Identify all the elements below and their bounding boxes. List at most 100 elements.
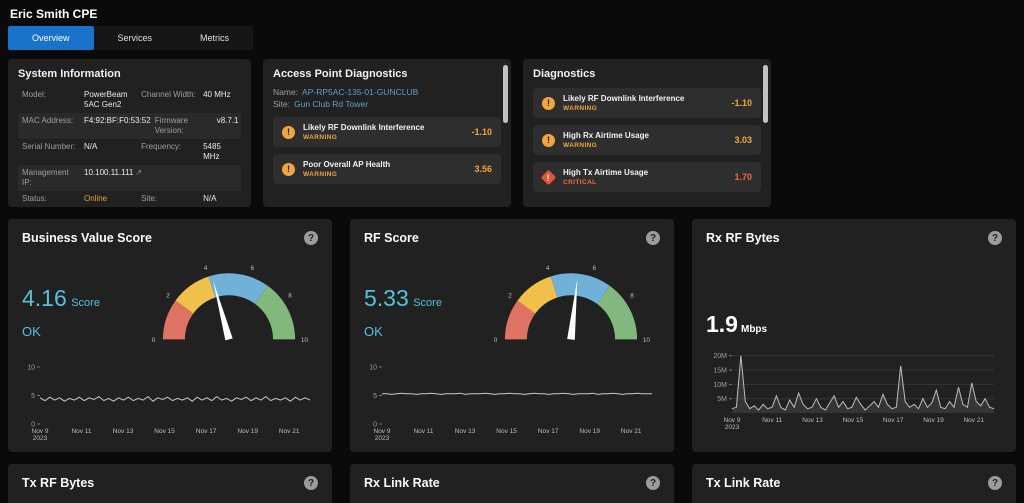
svg-text:Nov 11: Nov 11: [762, 417, 782, 424]
svg-text:5M: 5M: [717, 396, 727, 403]
rx-rf-bytes-title: Rx RF Bytes: [706, 231, 780, 245]
system-information-title: System Information: [18, 68, 121, 80]
business-score-status: OK: [22, 324, 41, 339]
help-icon[interactable]: ?: [304, 476, 318, 490]
svg-text:8: 8: [630, 292, 634, 299]
serial-number-label: Serial Number:: [22, 142, 76, 151]
tx-rf-bytes-title: Tx RF Bytes: [22, 476, 95, 490]
page: Eric Smith CPE Overview Services Metrics…: [0, 0, 1024, 503]
site-value: N/A: [203, 194, 217, 203]
info-row-mac: MAC Address: F4:92:BF:F0:53:52 Firmware V…: [18, 113, 241, 139]
rf-score-panel: RF Score ? 5.33 Score OK 0 2 4 6 8 10 0 5 10 Nov…: [350, 219, 674, 452]
alert-value: -1.10: [471, 127, 492, 137]
ap-name-line: Name: AP-RP5AC-135-01-GUNCLUB: [273, 87, 501, 97]
svg-text:10: 10: [643, 336, 651, 343]
help-icon[interactable]: ?: [304, 231, 318, 245]
ap-site-line: Site: Gun Club Rd Tower: [273, 99, 501, 109]
rf-score: 5.33 Score: [364, 285, 442, 311]
system-information-panel: System Information Model: PowerBeam 5AC G…: [8, 59, 251, 207]
tab-services[interactable]: Services: [94, 26, 177, 50]
system-information-grid: Model: PowerBeam 5AC Gen2 Channel Width: 4…: [18, 87, 241, 207]
alert-card[interactable]: ! Likely RF Downlink Interference WARNIN…: [273, 117, 501, 147]
model-value: PowerBeam 5AC Gen2: [84, 90, 128, 109]
firmware-version-label: Firmware Version:: [154, 116, 189, 135]
tx-rf-bytes-panel: Tx RF Bytes ?: [8, 464, 332, 503]
svg-text:5: 5: [373, 393, 377, 400]
svg-text:0: 0: [494, 336, 498, 343]
management-ip-link[interactable]: 10.100.11.111: [84, 168, 133, 177]
alert-card[interactable]: ! Likely RF Downlink Interference WARNIN…: [533, 88, 761, 118]
svg-text:Nov 13: Nov 13: [113, 428, 134, 435]
status-value: Online: [84, 194, 108, 203]
frequency-value: 5485 MHz: [203, 142, 221, 161]
help-icon[interactable]: ?: [988, 231, 1002, 245]
warning-icon: !: [282, 125, 295, 139]
rf-score-status: OK: [364, 324, 383, 339]
firmware-version-value: v8.7.1: [216, 116, 239, 125]
alert-severity: WARNING: [563, 105, 598, 112]
rx-link-rate-panel: Rx Link Rate ?: [350, 464, 674, 503]
diagnostics-panel: Diagnostics ! Likely RF Downlink Interfe…: [523, 59, 771, 207]
serial-number-value: N/A: [84, 142, 98, 151]
svg-text:Nov 17: Nov 17: [196, 428, 217, 435]
status-label: Status:: [22, 194, 47, 203]
tab-overview[interactable]: Overview: [8, 26, 94, 50]
svg-text:10: 10: [301, 336, 309, 343]
svg-text:4: 4: [546, 265, 550, 272]
info-row-management-ip: Management IP: 10.100.11.111 ↗: [18, 165, 241, 191]
alert-value: 3.56: [474, 164, 492, 174]
ap-alert-list: ! Likely RF Downlink Interference WARNIN…: [273, 117, 501, 184]
alert-card[interactable]: ! Poor Overall AP Health WARNING 3.56: [273, 154, 501, 184]
svg-text:10: 10: [369, 365, 377, 372]
management-ip-label: Management IP:: [22, 168, 69, 187]
model-label: Model:: [22, 90, 47, 99]
svg-text:6: 6: [593, 265, 597, 272]
scrollbar[interactable]: [763, 65, 768, 123]
svg-text:Nov 21: Nov 21: [279, 428, 300, 435]
svg-text:Nov 11: Nov 11: [71, 428, 91, 435]
svg-text:Nov 15: Nov 15: [843, 417, 864, 424]
svg-text:0: 0: [152, 336, 156, 343]
rx-rf-bytes-panel: Rx RF Bytes ? 1.9 Mbps 5M 10M 15M 20M Nov 9 20…: [692, 219, 1016, 452]
tx-link-rate-title: Tx Link Rate: [706, 476, 781, 490]
alert-title: High Tx Airtime Usage: [563, 168, 649, 177]
svg-text:Nov 11: Nov 11: [413, 428, 433, 435]
info-row-model: Model: PowerBeam 5AC Gen2 Channel Width: 4…: [18, 87, 241, 113]
business-score-row: 4.16 Score OK 0 2 4 6 8 10: [22, 253, 318, 357]
access-point-diagnostics-panel: Access Point Diagnostics Name: AP-RP5AC-1…: [263, 59, 511, 207]
help-icon[interactable]: ?: [646, 476, 660, 490]
alert-value: -1.10: [731, 98, 752, 108]
tx-link-rate-panel: Tx Link Rate ?: [692, 464, 1016, 503]
help-icon[interactable]: ?: [988, 476, 1002, 490]
svg-text:Nov 15: Nov 15: [496, 428, 517, 435]
svg-text:5: 5: [31, 393, 35, 400]
scrollbar[interactable]: [503, 65, 508, 123]
alert-card[interactable]: ! High Rx Airtime Usage WARNING 3.03: [533, 125, 761, 155]
channel-width-value: 40 MHz: [203, 90, 231, 99]
svg-text:15M: 15M: [713, 368, 727, 375]
ap-name-link[interactable]: AP-RP5AC-135-01-GUNCLUB: [302, 87, 418, 97]
alert-card[interactable]: ! High Tx Airtime Usage CRITICAL 1.70: [533, 162, 761, 192]
alert-title: Likely RF Downlink Interference: [303, 123, 425, 132]
svg-text:Nov 21: Nov 21: [621, 428, 642, 435]
mac-address-label: MAC Address:: [22, 116, 74, 125]
warning-icon: !: [542, 133, 555, 147]
svg-text:4: 4: [204, 265, 208, 272]
info-row-section: System Information Model: PowerBeam 5AC G…: [8, 59, 1016, 207]
svg-text:10: 10: [27, 365, 35, 372]
tab-metrics[interactable]: Metrics: [176, 26, 253, 50]
ap-name-label: Name:: [273, 87, 299, 97]
business-score-gauge-chart: 0 2 4 6 8 10: [152, 265, 309, 344]
svg-text:Nov 19: Nov 19: [923, 417, 944, 424]
business-value-score-panel: Business Value Score ? 4.16 Score OK 024…: [8, 219, 332, 452]
score-charts-row: Business Value Score ? 4.16 Score OK 024…: [8, 219, 1016, 452]
rx-rf-bytes-metric: 1.9 Mbps: [706, 311, 768, 337]
info-row-status: Status: Online Site: N/A: [18, 191, 241, 207]
svg-text:Nov 19: Nov 19: [579, 428, 600, 435]
diagnostics-title: Diagnostics: [533, 68, 596, 80]
help-icon[interactable]: ?: [646, 231, 660, 245]
ap-site-link[interactable]: Gun Club Rd Tower: [294, 99, 368, 109]
info-row-serial: Serial Number: N/A Frequency: 5485 MHz: [18, 139, 241, 165]
alert-severity: WARNING: [303, 134, 338, 141]
rf-score-row: 5.33 Score OK 0 2 4 6 8 10: [364, 253, 660, 357]
